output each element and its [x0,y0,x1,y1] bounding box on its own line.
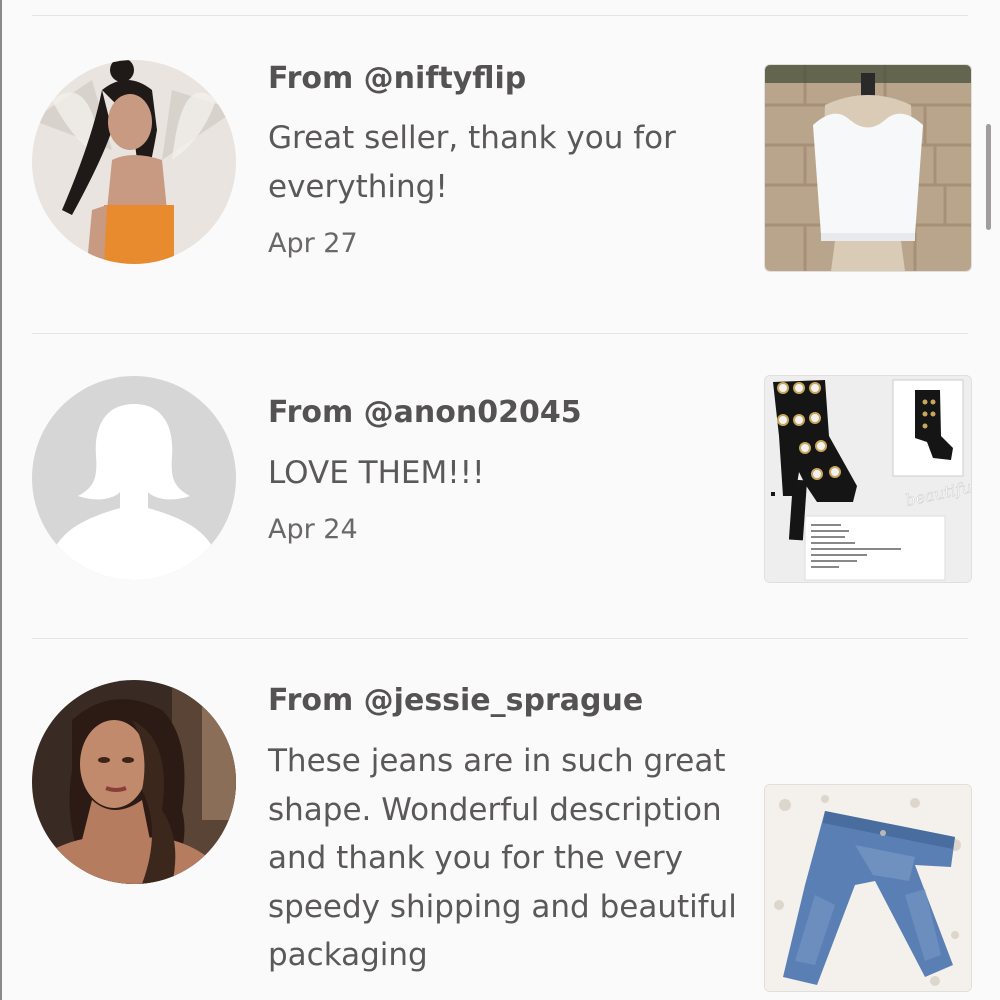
divider [32,15,968,16]
default-avatar-icon [32,376,236,580]
divider [32,333,968,334]
reviewer-username[interactable]: From @niftyflip [268,61,526,96]
review-date: Apr 24 [268,514,358,545]
reviewer-avatar[interactable] [32,60,236,264]
avatar-photo-icon [32,680,236,884]
window-edge [0,0,2,1000]
reviews-screen: From @niftyflip Great seller, thank you … [0,0,1000,1000]
item-thumbnail[interactable] [764,64,972,272]
sandals-photo-icon: beautiful [765,376,971,582]
divider [32,638,968,639]
reviewer-avatar[interactable] [32,680,236,884]
review-date: Apr 27 [268,228,358,259]
scrollbar-thumb[interactable] [986,124,991,230]
review-comment: These jeans are in such great shape. Won… [268,743,737,973]
review-comment: LOVE THEM!!! [268,455,485,491]
reviewer-avatar[interactable] [32,376,236,580]
item-thumbnail[interactable]: beautiful [764,375,972,583]
review-comment: Great seller, thank you for everything! [268,120,676,205]
crop-top-photo-icon [765,65,971,271]
reviewer-username[interactable]: From @jessie_sprague [268,683,643,718]
jeans-photo-icon [765,785,971,991]
item-thumbnail[interactable] [764,784,972,992]
avatar-photo-icon [32,60,236,264]
reviewer-username[interactable]: From @anon02045 [268,395,582,430]
